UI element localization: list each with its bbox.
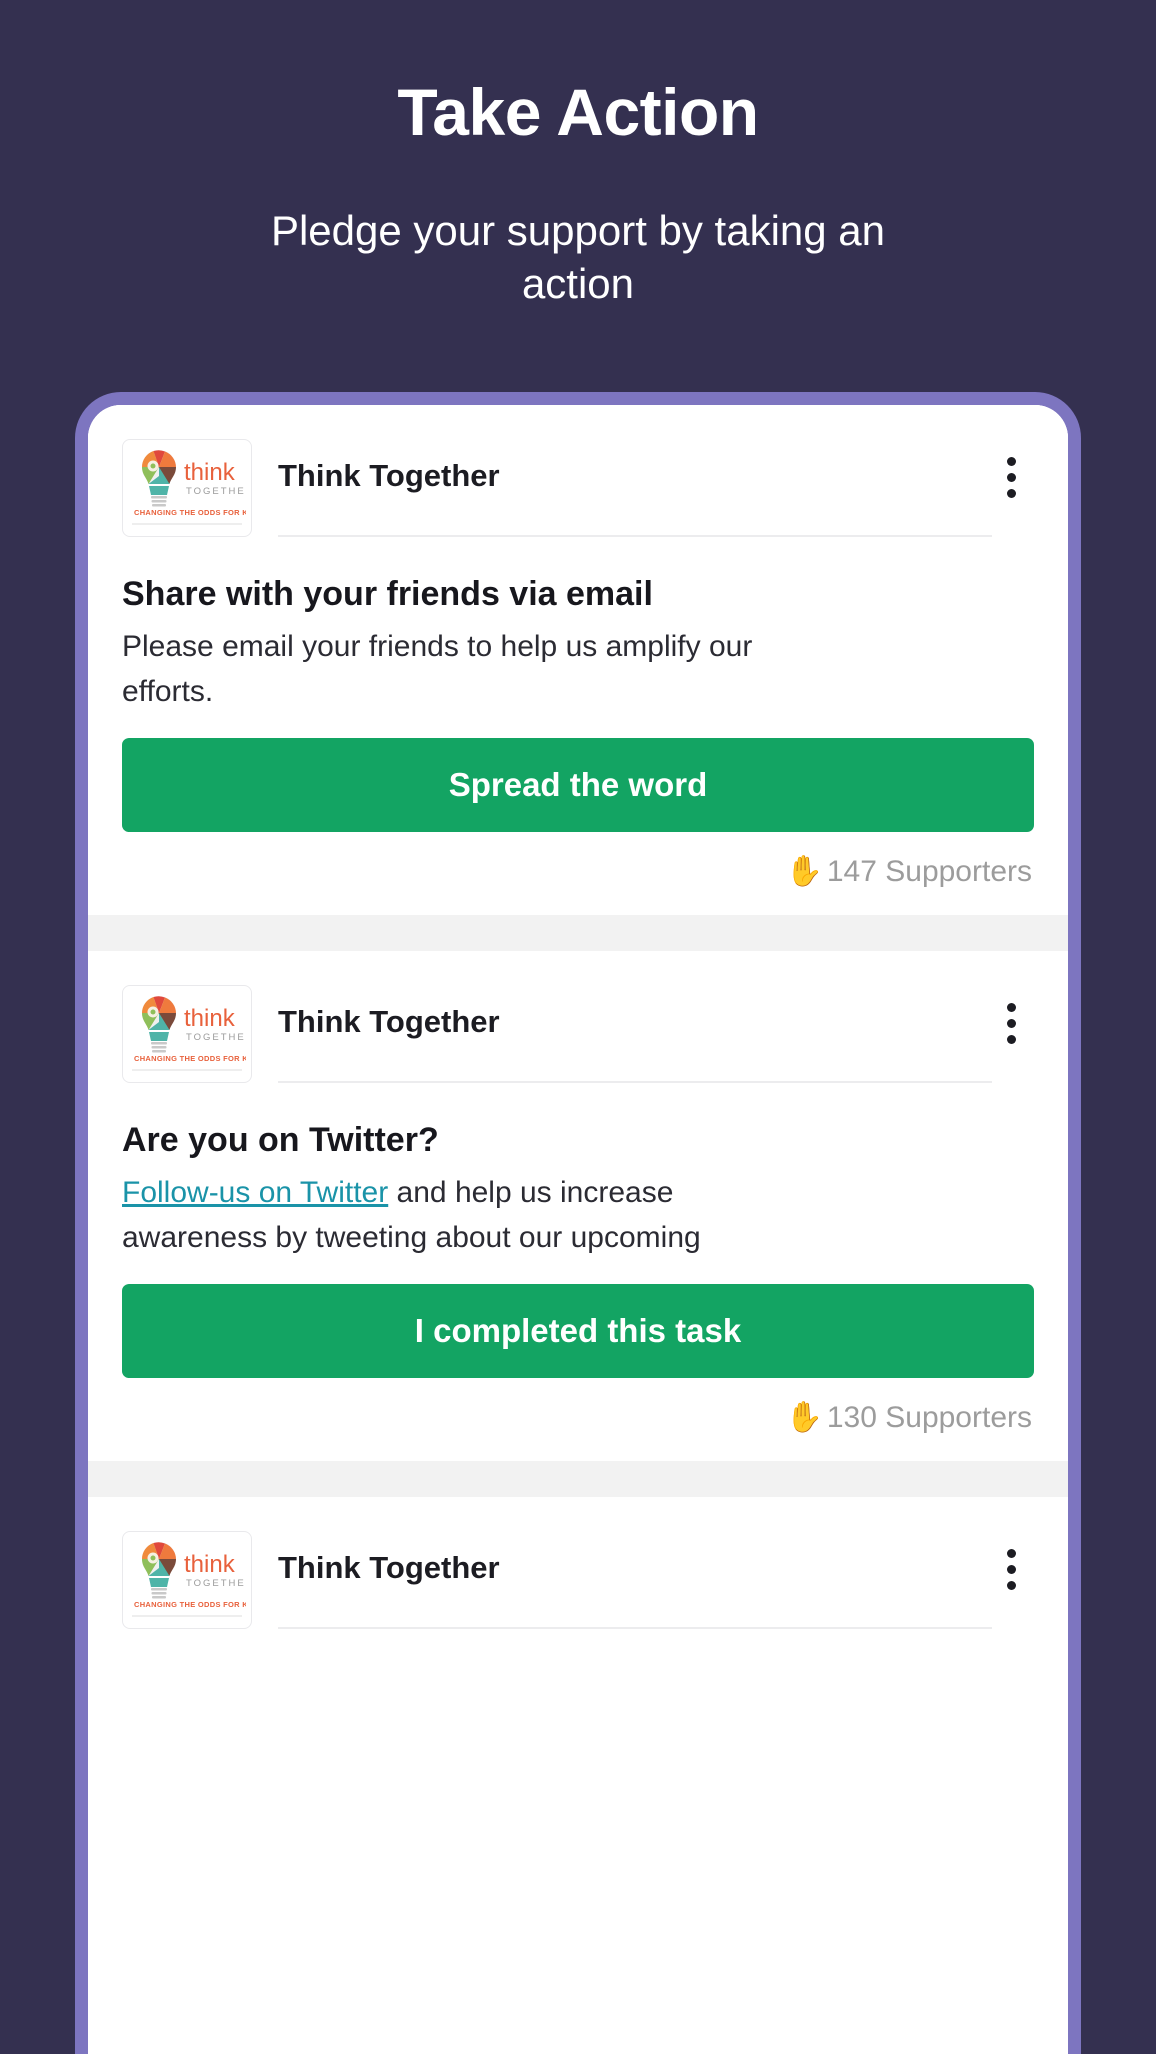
kebab-dot: [1007, 473, 1016, 482]
action-card: think TOGETHER CHANGING THE ODDS FOR KID…: [88, 951, 1068, 1462]
card-header-row: Think Together: [278, 1531, 1034, 1591]
card-body: Are you on Twitter? Follow-us on Twitter…: [122, 1083, 1034, 1461]
hero-section: Take Action Pledge your support by takin…: [0, 0, 1156, 310]
action-card: think TOGETHER CHANGING THE ODDS FOR KID…: [88, 1497, 1068, 1630]
raised-hand-icon: ✋: [785, 855, 823, 889]
action-description: Follow-us on Twitter and help us increas…: [122, 1170, 762, 1260]
card-separator: [88, 1461, 1068, 1498]
phone-screen: think TOGETHER CHANGING THE ODDS FOR KID…: [88, 405, 1068, 2054]
card-header: think TOGETHER CHANGING THE ODDS FOR KID…: [122, 405, 1034, 537]
card-body: Share with your friends via email Please…: [122, 537, 1034, 915]
supporters-count: ✋ 130 Supporters: [122, 1378, 1034, 1461]
action-title: Are you on Twitter?: [122, 1121, 439, 1160]
supporters-label: 147 Supporters: [826, 855, 1032, 889]
kebab-dot: [1007, 489, 1016, 498]
card-header: think TOGETHER CHANGING THE ODDS FOR KID…: [122, 951, 1034, 1084]
action-description: Please email your friends to help us amp…: [122, 630, 753, 709]
action-card: think TOGETHER CHANGING THE ODDS FOR KID…: [88, 405, 1068, 916]
svg-text:TOGETHER: TOGETHER: [186, 1032, 246, 1043]
twitter-follow-link[interactable]: Follow-us on Twitter: [122, 1176, 388, 1209]
kebab-dot: [1007, 1003, 1016, 1013]
kebab-menu-icon[interactable]: [1007, 985, 1034, 1045]
svg-text:think: think: [184, 1005, 236, 1032]
card-separator: [88, 915, 1068, 952]
raised-hand-icon: ✋: [785, 1401, 823, 1435]
card-header: think TOGETHER CHANGING THE ODDS FOR KID…: [122, 1497, 1034, 1630]
card-header-content: Think Together: [278, 1531, 1034, 1630]
kebab-dot: [1007, 1581, 1016, 1591]
svg-text:think: think: [184, 459, 236, 486]
org-name: Think Together: [278, 1004, 500, 1040]
svg-text:CHANGING THE ODDS FOR KIDS: CHANGING THE ODDS FOR KIDS: [134, 1054, 246, 1063]
org-name: Think Together: [278, 1550, 500, 1586]
card-header-divider: [278, 535, 992, 537]
kebab-dot: [1007, 1019, 1016, 1029]
supporters-count: ✋ 147 Supporters: [122, 832, 1034, 915]
phone-mockup-frame: think TOGETHER CHANGING THE ODDS FOR KID…: [75, 392, 1081, 2054]
svg-text:TOGETHER: TOGETHER: [186, 1578, 246, 1589]
svg-text:think: think: [184, 1551, 236, 1578]
kebab-dot: [1007, 1549, 1016, 1559]
svg-text:TOGETHER: TOGETHER: [186, 486, 246, 497]
card-header-content: Think Together: [278, 985, 1034, 1084]
svg-text:CHANGING THE ODDS FOR KIDS: CHANGING THE ODDS FOR KIDS: [134, 1600, 246, 1609]
think-together-logo-icon: think TOGETHER CHANGING THE ODDS FOR KID…: [132, 450, 246, 525]
think-together-logo-icon: think TOGETHER CHANGING THE ODDS FOR KID…: [132, 996, 246, 1071]
org-logo: think TOGETHER CHANGING THE ODDS FOR KID…: [122, 985, 252, 1084]
supporters-label: 130 Supporters: [826, 1401, 1032, 1435]
kebab-dot: [1007, 1565, 1016, 1575]
svg-text:CHANGING THE ODDS FOR KIDS: CHANGING THE ODDS FOR KIDS: [134, 508, 246, 517]
org-logo: think TOGETHER CHANGING THE ODDS FOR KID…: [122, 439, 252, 537]
card-header-row: Think Together: [278, 439, 1034, 498]
page-title: Take Action: [397, 75, 759, 149]
completed-task-button[interactable]: I completed this task: [122, 1284, 1034, 1379]
card-header-row: Think Together: [278, 985, 1034, 1045]
org-logo: think TOGETHER CHANGING THE ODDS FOR KID…: [122, 1531, 252, 1630]
spread-the-word-button[interactable]: Spread the word: [122, 738, 1034, 833]
kebab-menu-icon[interactable]: [1007, 439, 1034, 498]
think-together-logo-icon: think TOGETHER CHANGING THE ODDS FOR KID…: [132, 1542, 246, 1617]
page-subtitle: Pledge your support by taking an action: [270, 207, 886, 307]
card-header-divider: [278, 1081, 992, 1084]
kebab-dot: [1007, 1035, 1016, 1045]
kebab-dot: [1007, 457, 1016, 466]
card-header-divider: [278, 1627, 992, 1630]
org-name: Think Together: [278, 458, 500, 493]
kebab-menu-icon[interactable]: [1007, 1531, 1034, 1591]
card-header-content: Think Together: [278, 439, 1034, 537]
action-title: Share with your friends via email: [122, 575, 653, 613]
